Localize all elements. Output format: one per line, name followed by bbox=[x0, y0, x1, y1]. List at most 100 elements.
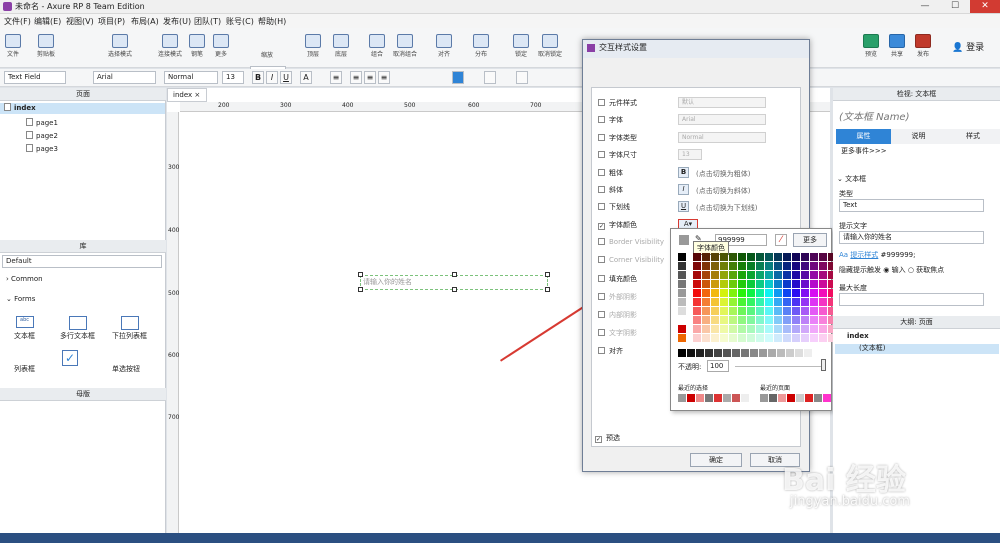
recent-page-swatches[interactable] bbox=[760, 394, 831, 402]
color-swatch[interactable] bbox=[678, 394, 686, 402]
color-swatch[interactable] bbox=[693, 307, 701, 315]
color-swatch[interactable] bbox=[759, 349, 767, 357]
checkbox[interactable] bbox=[598, 134, 605, 141]
color-swatch[interactable] bbox=[760, 394, 768, 402]
connect-mode-button[interactable]: 连接模式 bbox=[155, 32, 185, 58]
border-color-button[interactable] bbox=[484, 71, 496, 84]
maxlength-input[interactable] bbox=[839, 293, 984, 306]
row-font-color[interactable]: ✓ 字体颜色 bbox=[598, 220, 637, 230]
color-swatch[interactable] bbox=[810, 325, 818, 333]
color-swatch[interactable] bbox=[693, 316, 701, 324]
checkbox[interactable] bbox=[598, 99, 605, 106]
menu-account[interactable]: 账号(C) bbox=[226, 16, 254, 27]
color-swatch[interactable] bbox=[801, 316, 809, 324]
color-swatch[interactable] bbox=[693, 289, 701, 297]
row-align[interactable]: 对齐 bbox=[598, 346, 623, 356]
color-swatch[interactable] bbox=[678, 325, 686, 333]
color-swatch[interactable] bbox=[678, 316, 686, 324]
color-swatch[interactable] bbox=[711, 316, 719, 324]
color-swatch[interactable] bbox=[693, 280, 701, 288]
tab-index[interactable]: index × bbox=[167, 88, 207, 102]
font-select[interactable]: Arial bbox=[678, 114, 766, 125]
menu-team[interactable]: 团队(T) bbox=[194, 16, 221, 27]
clipboard-button[interactable]: 剪贴板 bbox=[34, 32, 58, 58]
lock-button[interactable]: 锁定 bbox=[510, 32, 532, 58]
align-right-button[interactable]: ≡ bbox=[378, 71, 390, 84]
color-swatch[interactable] bbox=[732, 394, 740, 402]
radio-selected-icon[interactable]: ◉ bbox=[883, 266, 889, 274]
color-swatch[interactable] bbox=[711, 334, 719, 342]
color-swatch[interactable] bbox=[678, 349, 686, 357]
color-swatch[interactable] bbox=[711, 262, 719, 270]
color-swatch[interactable] bbox=[774, 307, 782, 315]
color-swatch[interactable] bbox=[819, 298, 827, 306]
color-swatch[interactable] bbox=[801, 289, 809, 297]
checkbox[interactable] bbox=[598, 151, 605, 158]
color-swatch[interactable] bbox=[765, 307, 773, 315]
hint-style-link[interactable]: 提示样式 bbox=[850, 251, 878, 259]
color-swatch[interactable] bbox=[747, 316, 755, 324]
color-swatch[interactable] bbox=[711, 325, 719, 333]
color-swatch[interactable] bbox=[711, 253, 719, 261]
preview-button[interactable]: 预览 bbox=[860, 32, 882, 58]
color-swatch[interactable] bbox=[696, 349, 704, 357]
color-swatch[interactable] bbox=[678, 280, 686, 288]
checkbox[interactable] bbox=[598, 186, 605, 193]
color-swatch[interactable] bbox=[823, 394, 831, 402]
color-swatch[interactable] bbox=[714, 394, 722, 402]
color-swatch[interactable] bbox=[774, 316, 782, 324]
pen-button[interactable]: 钢笔 bbox=[186, 32, 208, 58]
color-swatch[interactable] bbox=[702, 325, 710, 333]
color-swatch[interactable] bbox=[774, 334, 782, 342]
color-swatch[interactable] bbox=[813, 349, 821, 357]
color-swatch[interactable] bbox=[678, 298, 686, 306]
color-swatch[interactable] bbox=[729, 298, 737, 306]
resize-handle[interactable] bbox=[452, 287, 457, 292]
row-widget-style[interactable]: 元件样式 bbox=[598, 98, 637, 108]
color-swatch[interactable] bbox=[720, 307, 728, 315]
color-swatch[interactable] bbox=[702, 334, 710, 342]
page-item-page2[interactable]: page2 bbox=[26, 131, 58, 140]
color-swatch[interactable] bbox=[720, 271, 728, 279]
color-swatch[interactable] bbox=[765, 289, 773, 297]
color-swatch[interactable] bbox=[801, 262, 809, 270]
color-swatch[interactable] bbox=[801, 325, 809, 333]
color-swatch[interactable] bbox=[720, 325, 728, 333]
library-group-common[interactable]: › Common bbox=[6, 275, 43, 283]
color-swatch[interactable] bbox=[729, 289, 737, 297]
row-bold[interactable]: 粗体 bbox=[598, 168, 623, 178]
widget-dropdown[interactable]: 下拉列表框 bbox=[112, 316, 147, 341]
color-swatch[interactable] bbox=[729, 325, 737, 333]
tab-style[interactable]: 样式 bbox=[946, 129, 1000, 144]
row-font-type[interactable]: 字体类型 bbox=[598, 133, 637, 143]
color-swatch[interactable] bbox=[729, 334, 737, 342]
color-swatch[interactable] bbox=[738, 298, 746, 306]
send-bottom-button[interactable]: 底层 bbox=[330, 32, 352, 58]
color-swatch[interactable] bbox=[678, 307, 686, 315]
color-swatch[interactable] bbox=[747, 298, 755, 306]
row-fill-color[interactable]: 填充颜色 bbox=[598, 274, 637, 284]
color-swatch[interactable] bbox=[747, 262, 755, 270]
color-swatch[interactable] bbox=[678, 271, 686, 279]
color-swatch[interactable] bbox=[756, 280, 764, 288]
color-swatch[interactable] bbox=[729, 262, 737, 270]
color-swatch[interactable] bbox=[678, 253, 686, 261]
color-swatch[interactable] bbox=[783, 289, 791, 297]
color-swatch[interactable] bbox=[756, 298, 764, 306]
color-swatch[interactable] bbox=[805, 394, 813, 402]
page-item-index[interactable]: index bbox=[0, 103, 165, 114]
color-swatch[interactable] bbox=[756, 316, 764, 324]
color-swatch[interactable] bbox=[810, 298, 818, 306]
opacity-slider-thumb[interactable] bbox=[821, 359, 826, 371]
ok-button[interactable]: 确定 bbox=[690, 453, 742, 467]
color-swatch[interactable] bbox=[720, 334, 728, 342]
menu-layout[interactable]: 布局(A) bbox=[131, 16, 159, 27]
no-color-icon[interactable]: ⁄ bbox=[775, 234, 787, 246]
align-center-button[interactable]: ≡ bbox=[364, 71, 376, 84]
checkbox[interactable] bbox=[598, 169, 605, 176]
color-swatch[interactable] bbox=[693, 325, 701, 333]
color-swatch-grid[interactable] bbox=[693, 253, 836, 342]
color-swatch[interactable] bbox=[702, 280, 710, 288]
row-underline[interactable]: 下划线 bbox=[598, 202, 630, 212]
color-swatch[interactable] bbox=[711, 289, 719, 297]
